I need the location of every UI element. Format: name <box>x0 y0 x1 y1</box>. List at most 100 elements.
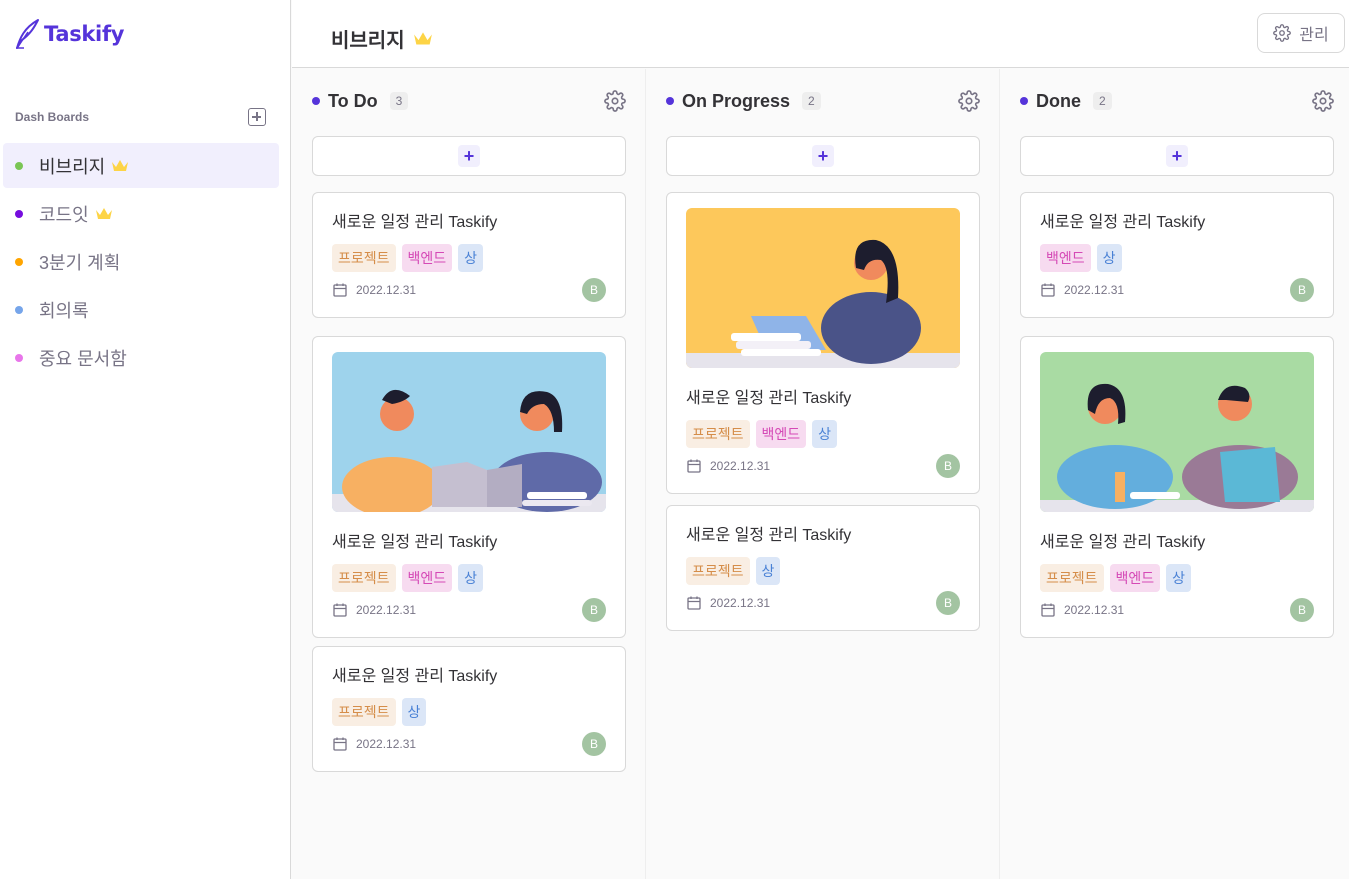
card-tags: 프로젝트 백엔드 상 <box>332 244 606 272</box>
tag: 백엔드 <box>401 564 453 592</box>
column-title: Done <box>1036 90 1081 111</box>
tag: 프로젝트 <box>686 420 750 448</box>
card-image-two-people-studying <box>1040 352 1314 512</box>
card-footer: 2022.12.31 B <box>332 732 606 756</box>
task-card[interactable]: 새로운 일정 관리 Taskify 프로젝트 백엔드 상 2022.12.31 … <box>312 336 626 638</box>
card-footer: 2022.12.31 B <box>1040 278 1314 302</box>
due-date: 2022.12.31 <box>1064 283 1125 297</box>
task-card[interactable]: 새로운 일정 관리 Taskify 백엔드 상 2022.12.31 B <box>1020 192 1334 318</box>
dashboards-title: Dash Boards <box>15 110 90 124</box>
tag: 백엔드 <box>1109 564 1161 592</box>
calendar-icon <box>1040 282 1056 298</box>
app-name: Taskify <box>44 22 125 46</box>
column-todo: To Do 3 + 새로운 일정 관리 Taskify 프로젝트 백엔드 상 2… <box>292 69 646 879</box>
board-label: 3분기 계획 <box>39 252 121 273</box>
gear-icon <box>958 90 980 112</box>
card-image-two-people-reading <box>332 352 606 512</box>
manage-button[interactable]: 관리 <box>1257 13 1345 53</box>
sidebar-item-bibridge[interactable]: 비브리지 <box>3 143 279 188</box>
tag: 백엔드 <box>755 420 807 448</box>
column-count-badge: 2 <box>802 92 821 110</box>
tag: 상 <box>458 564 484 592</box>
card-tags: 프로젝트 백엔드 상 <box>332 564 606 592</box>
gear-icon <box>1312 90 1334 112</box>
sidebar-item-codeit[interactable]: 코드잇 <box>3 191 279 236</box>
card-tags: 프로젝트 백엔드 상 <box>1040 564 1314 592</box>
task-card[interactable]: 새로운 일정 관리 Taskify 프로젝트 백엔드 상 2022.12.31 … <box>1020 336 1334 638</box>
gear-icon <box>604 90 626 112</box>
sidebar-item-q3-plan[interactable]: 3분기 계획 <box>3 239 279 284</box>
tag: 백엔드 <box>1040 244 1091 272</box>
avatar[interactable]: B <box>936 454 960 478</box>
add-card-button[interactable]: + <box>312 136 626 176</box>
page-title: 비브리지 <box>331 24 433 53</box>
card-tags: 백엔드 상 <box>1040 244 1314 272</box>
crown-icon <box>413 31 433 47</box>
column-count-badge: 2 <box>1093 92 1112 110</box>
column-header: Done 2 <box>1020 89 1334 113</box>
task-card[interactable]: 새로운 일정 관리 Taskify 프로젝트 백엔드 상 2022.12.31 … <box>312 192 626 318</box>
tag: 상 <box>1096 244 1122 272</box>
tag: 프로젝트 <box>332 564 396 592</box>
calendar-icon <box>332 282 348 298</box>
due-date: 2022.12.31 <box>1064 603 1125 617</box>
due-date: 2022.12.31 <box>710 596 771 610</box>
calendar-icon <box>332 736 348 752</box>
tag: 프로젝트 <box>332 698 396 726</box>
add-card-button[interactable]: + <box>666 136 980 176</box>
tag: 프로젝트 <box>1040 564 1104 592</box>
dashboard-list: 비브리지 코드잇 3분기 계획 회의록 중요 문서함 <box>3 143 279 383</box>
board-color-dot <box>15 353 23 362</box>
avatar[interactable]: B <box>582 278 606 302</box>
add-dashboard-button[interactable] <box>248 108 266 126</box>
avatar[interactable]: B <box>1290 278 1314 302</box>
task-card[interactable]: 새로운 일정 관리 Taskify 프로젝트 상 2022.12.31 B <box>312 646 626 772</box>
column-done: Done 2 + 새로운 일정 관리 Taskify 백엔드 상 2022.12… <box>1000 69 1349 879</box>
column-settings-button[interactable] <box>958 90 980 112</box>
tag: 상 <box>812 420 838 448</box>
tag: 상 <box>755 557 781 585</box>
card-footer: 2022.12.31 B <box>686 591 960 615</box>
crown-icon <box>95 207 113 221</box>
avatar[interactable]: B <box>1290 598 1314 622</box>
plus-icon: + <box>812 145 834 167</box>
card-footer: 2022.12.31 B <box>1040 598 1314 622</box>
app-logo[interactable]: Taskify <box>14 18 124 50</box>
add-card-button[interactable]: + <box>1020 136 1334 176</box>
column-settings-button[interactable] <box>1312 90 1334 112</box>
calendar-icon <box>332 602 348 618</box>
column-settings-button[interactable] <box>604 90 626 112</box>
tag: 프로젝트 <box>686 557 750 585</box>
sidebar-item-meeting-notes[interactable]: 회의록 <box>3 287 279 332</box>
column-header: On Progress 2 <box>666 89 980 113</box>
sidebar: Taskify Dash Boards 비브리지 코드잇 3분기 계획 회의록 <box>0 0 291 879</box>
card-image-woman-laptop <box>686 208 960 368</box>
board-label: 코드잇 <box>39 204 89 225</box>
avatar[interactable]: B <box>582 732 606 756</box>
card-title: 새로운 일정 관리 Taskify <box>1040 214 1206 231</box>
plus-icon: + <box>1166 145 1188 167</box>
task-card[interactable]: 새로운 일정 관리 Taskify 프로젝트 상 2022.12.31 B <box>666 505 980 631</box>
card-tags: 프로젝트 상 <box>332 698 606 726</box>
due-date: 2022.12.31 <box>356 737 417 751</box>
tag: 백엔드 <box>401 244 453 272</box>
avatar[interactable]: B <box>936 591 960 615</box>
due-date: 2022.12.31 <box>710 459 771 473</box>
top-header: 비브리지 관리 <box>292 0 1349 68</box>
card-tags: 프로젝트 상 <box>686 557 960 585</box>
calendar-icon <box>1040 602 1056 618</box>
due-date: 2022.12.31 <box>356 283 417 297</box>
card-tags: 프로젝트 백엔드 상 <box>686 420 960 448</box>
board-label: 비브리지 <box>39 156 106 177</box>
task-card[interactable]: 새로운 일정 관리 Taskify 프로젝트 백엔드 상 2022.12.31 … <box>666 192 980 494</box>
sidebar-item-important-docs[interactable]: 중요 문서함 <box>3 335 279 380</box>
card-title: 새로운 일정 관리 Taskify <box>332 668 498 685</box>
card-footer: 2022.12.31 B <box>332 278 606 302</box>
column-dot <box>312 97 320 105</box>
page-title-text: 비브리지 <box>331 30 405 52</box>
tag: 상 <box>401 698 427 726</box>
card-title: 새로운 일정 관리 Taskify <box>1040 534 1206 551</box>
tag: 프로젝트 <box>332 244 396 272</box>
avatar[interactable]: B <box>582 598 606 622</box>
card-title: 새로운 일정 관리 Taskify <box>686 390 852 407</box>
